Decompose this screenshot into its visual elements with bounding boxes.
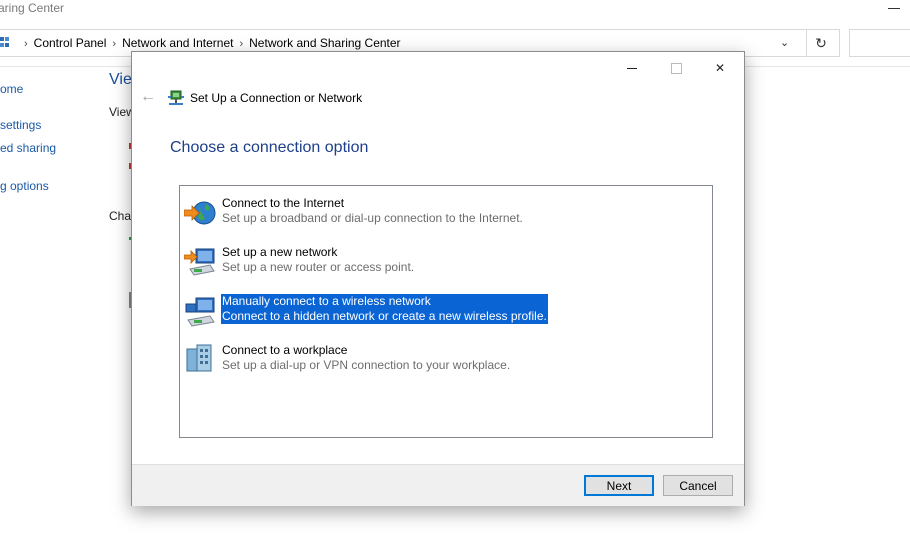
- chevron-right-icon: ›: [112, 38, 117, 50]
- chevron-right-icon: ›: [24, 38, 28, 50]
- workplace-icon: [186, 344, 212, 372]
- breadcrumb-network-and-sharing-center[interactable]: Network and Sharing Center: [249, 36, 400, 50]
- sidebar-link-options[interactable]: g options: [0, 179, 49, 193]
- option-text: Connect to the Internet Set up a broadba…: [221, 196, 524, 226]
- minimize-icon: [627, 68, 637, 69]
- background-page-heading: Vie: [109, 71, 132, 88]
- globe-icon: [184, 201, 216, 225]
- setup-connection-dialog: ✕ ← Set Up a Connection or Network Choos…: [131, 51, 745, 506]
- sidebar-link-adapter-settings[interactable]: settings: [0, 118, 41, 132]
- control-panel-icon: [0, 37, 9, 47]
- sidebar-link-home[interactable]: ome: [0, 82, 23, 96]
- router-icon: [184, 248, 215, 276]
- option-connect-to-internet[interactable]: Connect to the Internet Set up a broadba…: [184, 196, 704, 230]
- option-title: Manually connect to a wireless network: [221, 294, 548, 309]
- background-minimize-button[interactable]: [888, 0, 900, 9]
- wireless-network-icon: [185, 297, 215, 327]
- refresh-button[interactable]: ↻: [806, 30, 835, 56]
- option-description: Set up a dial-up or VPN connection to yo…: [222, 358, 511, 372]
- option-text: Connect to a workplace Set up a dial-up …: [221, 343, 511, 373]
- network-setup-icon: [168, 90, 184, 105]
- sidebar-link-advanced-sharing[interactable]: ed sharing: [0, 141, 56, 155]
- dialog-footer: Next Cancel: [132, 464, 744, 506]
- address-dropdown-icon[interactable]: ⌄: [780, 36, 789, 49]
- option-description: Set up a new router or access point.: [222, 260, 415, 274]
- next-button[interactable]: Next: [584, 475, 654, 496]
- maximize-icon: [670, 63, 682, 74]
- close-button[interactable]: ✕: [704, 58, 736, 80]
- option-title: Connect to the Internet: [222, 196, 345, 210]
- back-arrow-icon[interactable]: ←: [140, 88, 156, 106]
- search-input[interactable]: [849, 29, 910, 57]
- option-title: Set up a new network: [222, 245, 338, 259]
- option-connect-to-workplace[interactable]: Connect to a workplace Set up a dial-up …: [184, 343, 704, 377]
- option-description: Set up a broadband or dial-up connection…: [222, 211, 523, 225]
- background-change-label: Cha: [109, 209, 132, 223]
- breadcrumb-network-and-internet[interactable]: Network and Internet: [122, 36, 233, 50]
- breadcrumb: › Control Panel › Network and Internet › Netw…: [18, 36, 401, 50]
- background-window-title: aring Center: [0, 1, 65, 15]
- maximize-button: [660, 58, 692, 80]
- option-title: Connect to a workplace: [222, 343, 348, 357]
- option-description: Connect to a hidden network or create a …: [221, 309, 548, 324]
- option-manually-connect-wireless[interactable]: Manually connect to a wireless network C…: [184, 294, 704, 328]
- option-text: Set up a new network Set up a new router…: [221, 245, 415, 275]
- option-text: Manually connect to a wireless network C…: [221, 294, 548, 324]
- cancel-button[interactable]: Cancel: [663, 475, 733, 496]
- dialog-title: Set Up a Connection or Network: [190, 91, 363, 105]
- option-set-up-new-network[interactable]: Set up a new network Set up a new router…: [184, 245, 704, 279]
- connection-options-list[interactable]: Connect to the Internet Set up a broadba…: [179, 185, 713, 438]
- breadcrumb-control-panel[interactable]: Control Panel: [34, 36, 107, 50]
- background-title-bar: aring Center: [0, 0, 910, 22]
- minimize-button[interactable]: [616, 58, 648, 80]
- page-title: Choose a connection option: [170, 139, 369, 156]
- chevron-right-icon: ›: [239, 38, 244, 50]
